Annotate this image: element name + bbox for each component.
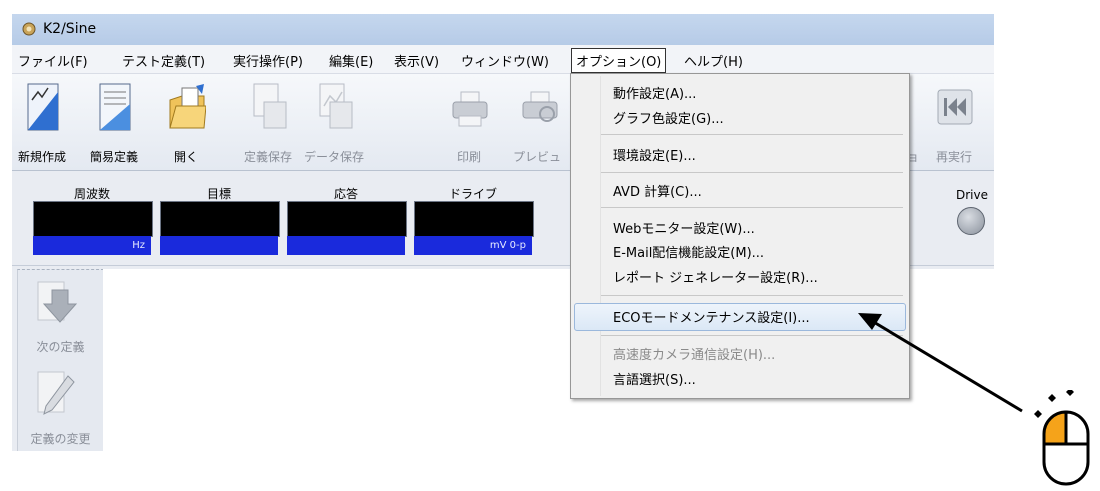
- options-dropdown-menu: 動作設定(A)... グラフ色設定(G)... 環境設定(E)... AVD 計…: [570, 73, 910, 399]
- menu-separator: [601, 134, 903, 135]
- drive-indicator-lamp: [957, 207, 985, 235]
- target-unit: [160, 236, 278, 255]
- simple-definition-label: 簡易定義: [89, 150, 138, 164]
- response-unit: [287, 236, 405, 255]
- menu-item-avd-calculation[interactable]: AVD 計算(C)...: [613, 181, 702, 200]
- next-definition-label: 次の定義: [36, 340, 85, 354]
- menu-edit[interactable]: 編集(E): [329, 51, 373, 70]
- save-definition-button[interactable]: 定義保存: [238, 80, 298, 166]
- drive-unit: mV 0-p: [414, 236, 532, 255]
- folder-open-icon: [169, 84, 206, 129]
- menu-separator: [601, 172, 903, 173]
- save-data-label: データ保存: [304, 150, 365, 164]
- menu-item-graph-color-settings[interactable]: グラフ色設定(G)...: [613, 108, 724, 127]
- change-definition-button[interactable]: 定義の変更: [18, 370, 103, 450]
- target-label: 目標: [206, 187, 231, 201]
- open-button[interactable]: 開く: [156, 80, 216, 166]
- menu-separator: [601, 335, 903, 336]
- simple-definition-button[interactable]: 簡易定義: [84, 80, 144, 166]
- new-button[interactable]: 新規作成: [12, 80, 72, 166]
- title-bar: K2/Sine: [12, 14, 994, 45]
- drive-indicator-label: Drive: [956, 188, 988, 202]
- frequency-display: [33, 201, 153, 237]
- simple-definition-icon: [99, 83, 131, 131]
- app-logo-icon: [22, 22, 36, 36]
- preview-label: プレビュ: [513, 150, 562, 164]
- response-label: 応答: [333, 187, 358, 201]
- change-definition-label: 定義の変更: [30, 432, 91, 446]
- target-display: [160, 201, 280, 237]
- menu-window[interactable]: ウィンドウ(W): [461, 51, 549, 70]
- menu-help[interactable]: ヘルプ(H): [684, 51, 743, 70]
- printer-icon: [452, 91, 488, 127]
- menu-item-language-select[interactable]: 言語選択(S)...: [613, 369, 696, 388]
- menu-item-email-settings[interactable]: E-Mail配信機能設定(M)...: [613, 242, 764, 261]
- drive-meter-label: ドライブ: [448, 187, 497, 201]
- menu-item-operation-settings[interactable]: 動作設定(A)...: [613, 83, 696, 102]
- rerun-button[interactable]: 再実行: [924, 80, 984, 166]
- menu-item-eco-mode-maintenance[interactable]: ECOモードメンテナンス設定(I)...: [613, 307, 810, 326]
- save-definition-icon: [253, 83, 287, 129]
- preview-icon: [522, 91, 558, 122]
- new-document-icon: [27, 83, 59, 131]
- save-definition-label: 定義保存: [243, 150, 292, 164]
- frequency-label: 周波数: [73, 187, 110, 201]
- menu-item-high-speed-camera[interactable]: 高速度カメラ通信設定(H)...: [613, 344, 775, 363]
- menu-item-environment-settings[interactable]: 環境設定(E)...: [613, 145, 696, 164]
- save-data-icon: [319, 83, 353, 129]
- menu-options[interactable]: オプション(O): [571, 48, 667, 73]
- menu-separator: [601, 207, 903, 208]
- pencil-icon: [37, 371, 75, 415]
- down-arrow-icon: [37, 281, 78, 323]
- new-label: 新規作成: [17, 150, 66, 164]
- rerun-label: 再実行: [935, 150, 972, 164]
- frequency-unit: Hz: [33, 236, 151, 255]
- preview-button[interactable]: プレビュ: [509, 80, 569, 166]
- menu-file[interactable]: ファイル(F): [18, 51, 88, 70]
- menu-item-report-generator-settings[interactable]: レポート ジェネレーター設定(R)...: [613, 267, 818, 286]
- menu-view[interactable]: 表示(V): [394, 51, 439, 70]
- print-button[interactable]: 印刷: [439, 80, 499, 166]
- window-title: K2/Sine: [43, 21, 97, 37]
- rewind-icon: [937, 89, 973, 125]
- menu-separator: [601, 295, 903, 296]
- menu-test-definition[interactable]: テスト定義(T): [122, 51, 205, 70]
- menu-item-web-monitor-settings[interactable]: Webモニター設定(W)...: [613, 218, 755, 237]
- menu-bar: ファイル(F) テスト定義(T) 実行操作(P) 編集(E) 表示(V) ウィン…: [12, 45, 994, 74]
- mouse-left-click-icon: [1034, 390, 1090, 486]
- print-label: 印刷: [456, 150, 481, 164]
- save-data-button[interactable]: データ保存: [304, 80, 364, 166]
- side-panel: 次の定義 定義の変更: [17, 269, 104, 451]
- next-definition-button[interactable]: 次の定義: [18, 280, 103, 358]
- menu-run-operation[interactable]: 実行操作(P): [233, 51, 303, 70]
- menu-icon-gutter: [600, 76, 601, 396]
- drive-display: [414, 201, 534, 237]
- response-display: [287, 201, 407, 237]
- open-label: 開く: [173, 150, 198, 164]
